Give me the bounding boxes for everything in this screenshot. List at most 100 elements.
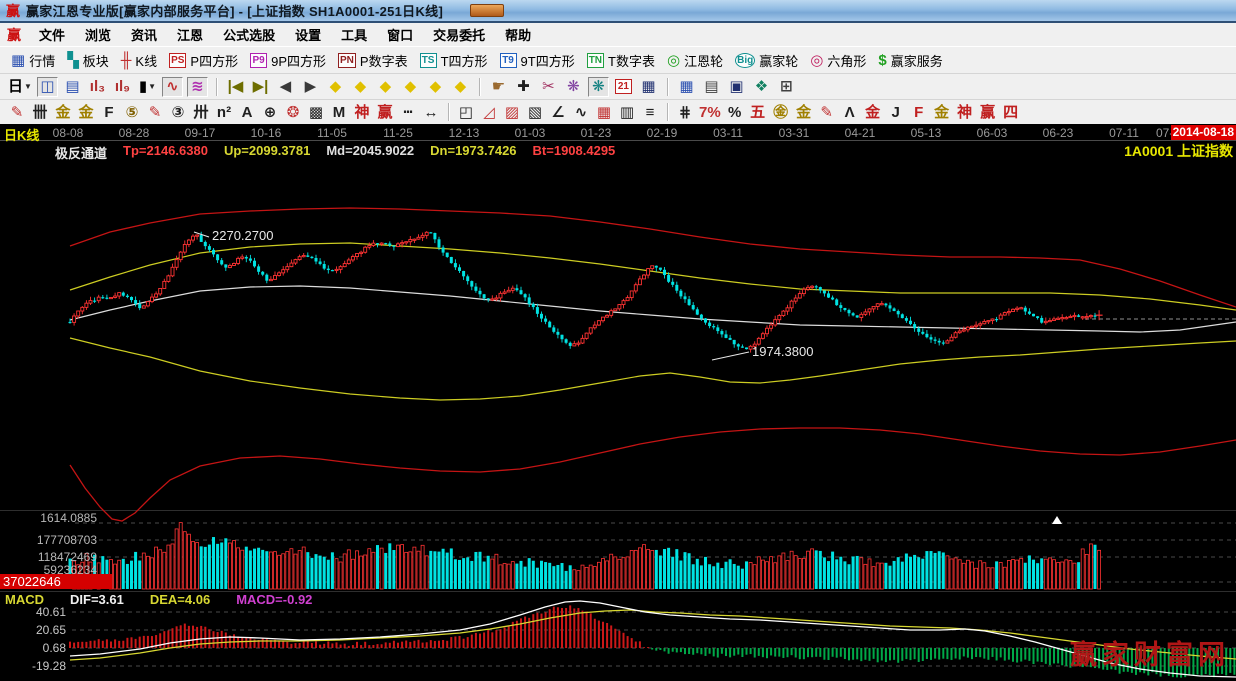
draw-fan-box-button[interactable]: ▨	[502, 103, 522, 121]
gann-wheel-button[interactable]: ◎江恩轮	[661, 49, 729, 72]
hexagon-button[interactable]: ◎六角形	[804, 49, 872, 72]
draw-web-button[interactable]: ❂	[283, 103, 303, 121]
gann-flower-button[interactable]: ❋	[563, 77, 584, 97]
draw-web-square-button[interactable]: ▩	[306, 103, 326, 121]
draw-j-line-button[interactable]: J	[886, 103, 906, 121]
draw-ruler-button[interactable]: ┅	[398, 103, 418, 121]
prev-bar-button[interactable]: ◀	[275, 77, 296, 97]
draw-a-mirror-button[interactable]: A	[237, 103, 257, 121]
menu-browse[interactable]: 浏览	[75, 23, 121, 46]
draw-n2-button[interactable]: n²	[214, 103, 234, 121]
next-bar-button[interactable]: ▶	[300, 77, 321, 97]
winner-wheel-button[interactable]: Big赢家轮	[729, 49, 804, 72]
kline-style-dropdown[interactable]: ▮▼	[137, 77, 158, 97]
p-number-table-button[interactable]: PNP数字表	[332, 49, 414, 72]
draw-pct-button[interactable]: %	[725, 103, 745, 121]
stats-button[interactable]: ▦	[676, 77, 697, 97]
draw-wave-a-button[interactable]: Λ	[840, 103, 860, 121]
menu-settings[interactable]: 设置	[285, 23, 331, 46]
menu-news[interactable]: 资讯	[121, 23, 167, 46]
draw-gold-under-button[interactable]: 金	[863, 103, 883, 121]
kline-button[interactable]: ╫K线	[115, 49, 163, 72]
draw-tally-button[interactable]: 卌	[30, 103, 50, 121]
calendar-button[interactable]: 21	[613, 77, 634, 97]
draw-grid1-button[interactable]: ▦	[594, 103, 614, 121]
compress-button[interactable]: ◆	[425, 77, 446, 97]
kline-3-button[interactable]: ıl₃	[87, 77, 108, 97]
chart-area[interactable]: 2270.27001974.3800 日K线 08-0808-2809-1710…	[0, 124, 1236, 681]
draw-spiral5-button[interactable]: ⑤	[122, 103, 142, 121]
menu-tools[interactable]: 工具	[331, 23, 377, 46]
zigzag-tool-button[interactable]: ∿	[162, 77, 183, 97]
draw-shen-button[interactable]: 神	[352, 103, 372, 121]
network-button[interactable]: ❖	[751, 77, 772, 97]
draw-ying-slash-button[interactable]: 赢	[978, 103, 998, 121]
draw-ying-button[interactable]: 赢	[375, 103, 395, 121]
zoom-out-button[interactable]: ◆	[375, 77, 396, 97]
sector-button[interactable]: ▚板块	[61, 49, 115, 72]
volume-style-button[interactable]: ≋	[187, 77, 208, 97]
notes-button[interactable]: ▤	[701, 77, 722, 97]
calculator-button[interactable]: ▦	[638, 77, 659, 97]
draw-fan-button[interactable]: ◿	[479, 103, 499, 121]
draw-pencil-button[interactable]: ✎	[7, 103, 27, 121]
draw-box-tool-button[interactable]: ◰	[456, 103, 476, 121]
expand-button[interactable]: ◆	[450, 77, 471, 97]
shift-right-button[interactable]: ◆	[350, 77, 371, 97]
menu-formula-picker[interactable]: 公式选股	[213, 23, 285, 46]
trend-view-button[interactable]: ◫	[37, 77, 58, 97]
period-day-dropdown[interactable]: 日▼	[7, 77, 33, 97]
zoom-in-button[interactable]: ◆	[400, 77, 421, 97]
shift-left-button[interactable]: ◆	[325, 77, 346, 97]
draw-circle3-button[interactable]: ③	[168, 103, 188, 121]
menu-trading[interactable]: 交易委托	[423, 23, 495, 46]
menu-window[interactable]: 窗口	[377, 23, 423, 46]
hand-drag-button[interactable]: ☛	[488, 77, 509, 97]
draw-gold-slash-button[interactable]: 金	[932, 103, 952, 121]
title-bar[interactable]: 赢 赢家江恩专业版[赢家内部服务平台] - [上证指数 SH1A0001-251…	[0, 0, 1236, 23]
draw-width-button[interactable]: ↔	[421, 103, 441, 121]
draw-five-button[interactable]: 五	[748, 103, 768, 121]
menu-file[interactable]: 文件	[29, 23, 75, 46]
gann-flower-2-button[interactable]: ❋	[588, 77, 609, 97]
last-page-button[interactable]: ▶|	[250, 77, 271, 97]
9p-square-button[interactable]: P99P四方形	[244, 49, 332, 72]
draw-slashes-button[interactable]: ≡	[640, 103, 660, 121]
info-view-button[interactable]: ▤	[62, 77, 83, 97]
t-number-table-button[interactable]: TNT数字表	[581, 49, 661, 72]
t-square-button[interactable]: TST四方形	[414, 49, 494, 72]
p-square-button[interactable]: PSP四方形	[163, 49, 244, 72]
save-button[interactable]: ▣	[726, 77, 747, 97]
draw-gold-a-button[interactable]: 金	[53, 103, 73, 121]
draw-f-line-button[interactable]: F	[909, 103, 929, 121]
first-page-button[interactable]: |◀	[225, 77, 246, 97]
draw-pencil-bar-button[interactable]: ✎	[817, 103, 837, 121]
quote-button[interactable]: ▦行情	[5, 49, 61, 72]
draw-grid2-button[interactable]: ▥	[617, 103, 637, 121]
draw-gold-b-button[interactable]: 金	[76, 103, 96, 121]
draw-gold-line-button[interactable]: 金	[794, 103, 814, 121]
draw-wave-button[interactable]: ∿	[571, 103, 591, 121]
draw-shen-slash-button[interactable]: 神	[955, 103, 975, 121]
draw-gold-circle-button[interactable]: ㊎	[771, 103, 791, 121]
draw-pencil2-button[interactable]: ✎	[145, 103, 165, 121]
9t-square-button[interactable]: T99T四方形	[494, 49, 581, 72]
menu-gann[interactable]: 江恩	[167, 23, 213, 46]
winner-service-button[interactable]: $赢家服务	[872, 49, 948, 72]
draw-f-bars-button[interactable]: F	[99, 103, 119, 121]
kline-9-button[interactable]: ıl₉	[112, 77, 133, 97]
draw-compass-button[interactable]: ⊕	[260, 103, 280, 121]
crosshair-button[interactable]: ✚	[513, 77, 534, 97]
draw-shade-box-button[interactable]: ▧	[525, 103, 545, 121]
draw-angle-button[interactable]: ∠	[548, 103, 568, 121]
menu-help[interactable]: 帮助	[495, 23, 541, 46]
erase-tool-button[interactable]: ✂	[538, 77, 559, 97]
draw-four-slash-button[interactable]: 四	[1001, 103, 1021, 121]
draw-pct-strike-button[interactable]: 7%	[698, 103, 722, 121]
draw-tally2-button[interactable]: 卅	[191, 103, 211, 121]
draw-bars-button[interactable]: ⋕	[675, 103, 695, 121]
date-label: 11-05	[317, 126, 347, 140]
title-notification-badge[interactable]	[470, 4, 504, 17]
print-button[interactable]: ⊞	[776, 77, 797, 97]
draw-m-quote-button[interactable]: M	[329, 103, 349, 121]
